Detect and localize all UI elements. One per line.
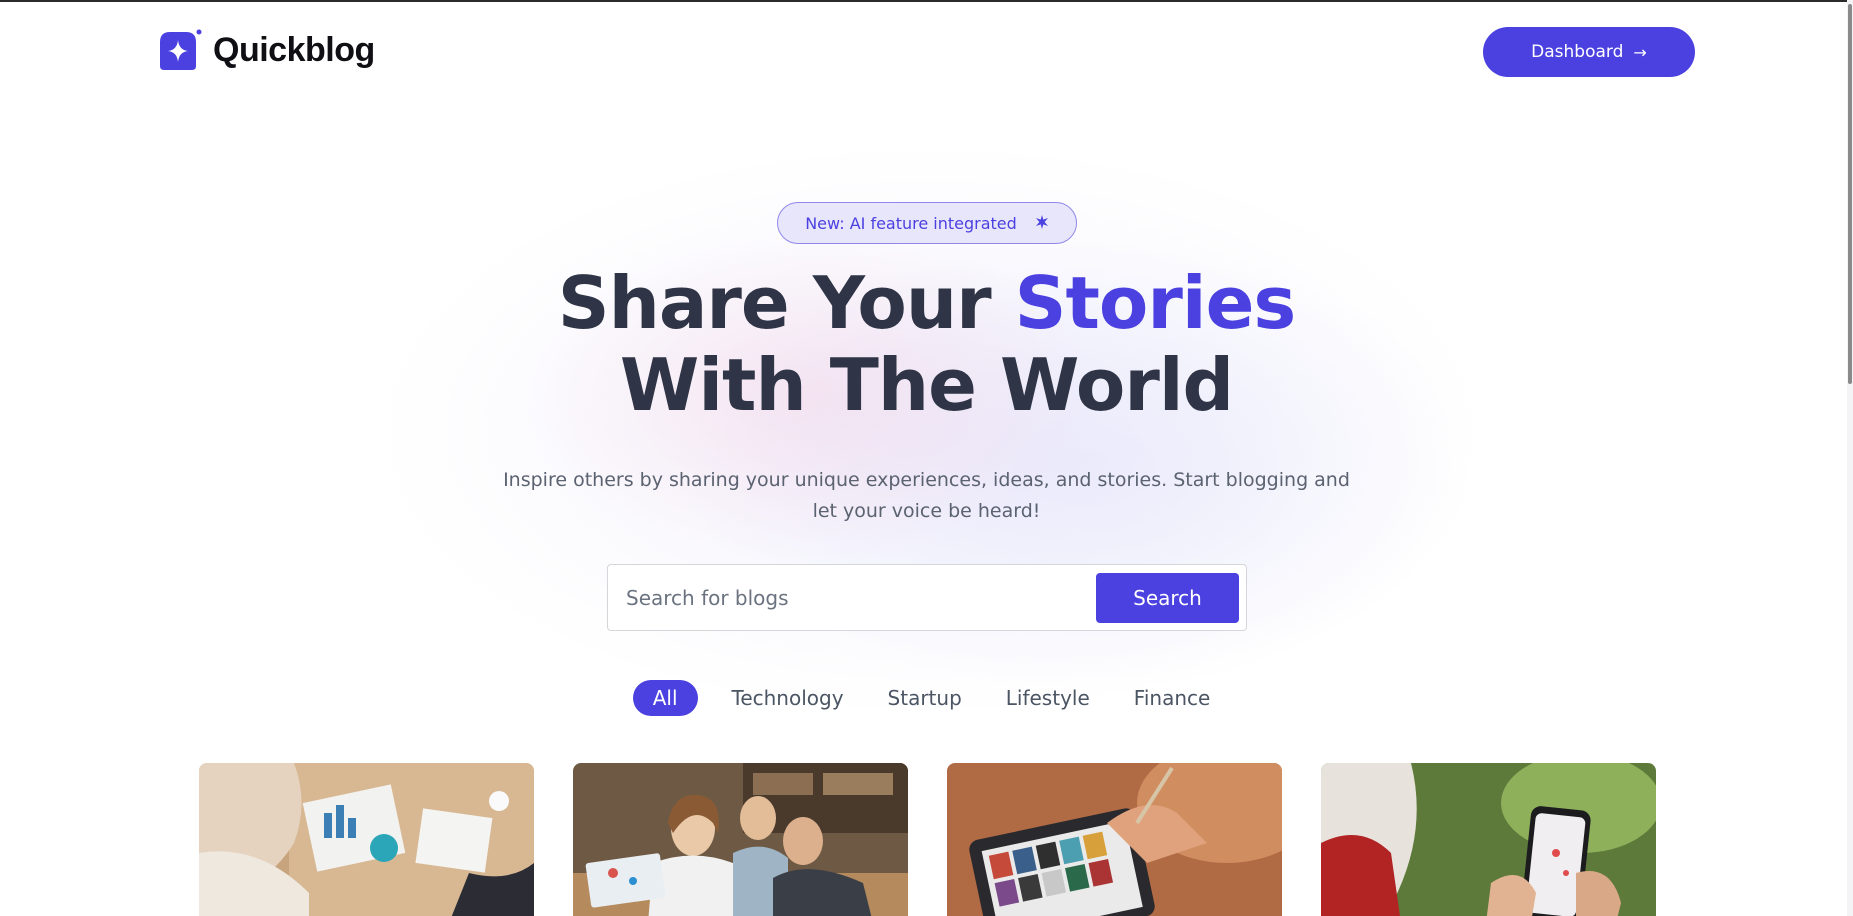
logo-sparkle-icon [158,28,203,73]
hero-title-part1: Share Your [557,261,1015,345]
category-lifestyle[interactable]: Lifestyle [996,680,1100,716]
blog-card[interactable] [947,763,1282,916]
brand-name: Quickblog [213,31,375,69]
badge-text: New: AI feature integrated [805,213,1017,233]
hero-background-glow [180,90,1680,770]
category-startup[interactable]: Startup [878,680,972,716]
blog-cards-grid [0,763,1853,916]
dashboard-button[interactable]: Dashboard → [1483,27,1695,77]
page-scrollbar[interactable] [1847,0,1853,916]
scrollbar-thumb[interactable] [1848,4,1852,384]
category-finance[interactable]: Finance [1124,680,1221,716]
blog-card[interactable] [199,763,534,916]
blog-card[interactable] [1321,763,1656,916]
hero-title-line2: With The World [619,343,1234,427]
smartphone-map-image [1321,763,1656,916]
new-feature-badge: New: AI feature integrated [777,202,1077,244]
search-input[interactable] [626,585,1096,610]
hero-subtitle: Inspire others by sharing your unique ex… [503,469,1350,522]
category-technology[interactable]: Technology [722,680,854,716]
sparkle-icon [1035,214,1049,233]
brand-logo[interactable]: Quickblog [158,28,375,73]
category-all[interactable]: All [632,680,698,716]
tablet-gallery-image [947,763,1282,916]
hero-title-accent: Stories [1014,261,1297,345]
category-filter: All Technology Startup Lifestyle Finance [0,680,1853,716]
dashboard-button-label: Dashboard [1531,42,1624,62]
search-button[interactable]: Search [1096,572,1239,623]
arrow-right-icon: → [1633,42,1647,62]
business-meeting-image [199,763,534,916]
students-studying-image [573,763,908,916]
blog-card[interactable] [573,763,908,916]
search-form: Search [607,564,1247,631]
top-navbar: Quickblog Dashboard → [0,0,1853,104]
hero-title: Share Your Stories With The World [0,262,1853,426]
